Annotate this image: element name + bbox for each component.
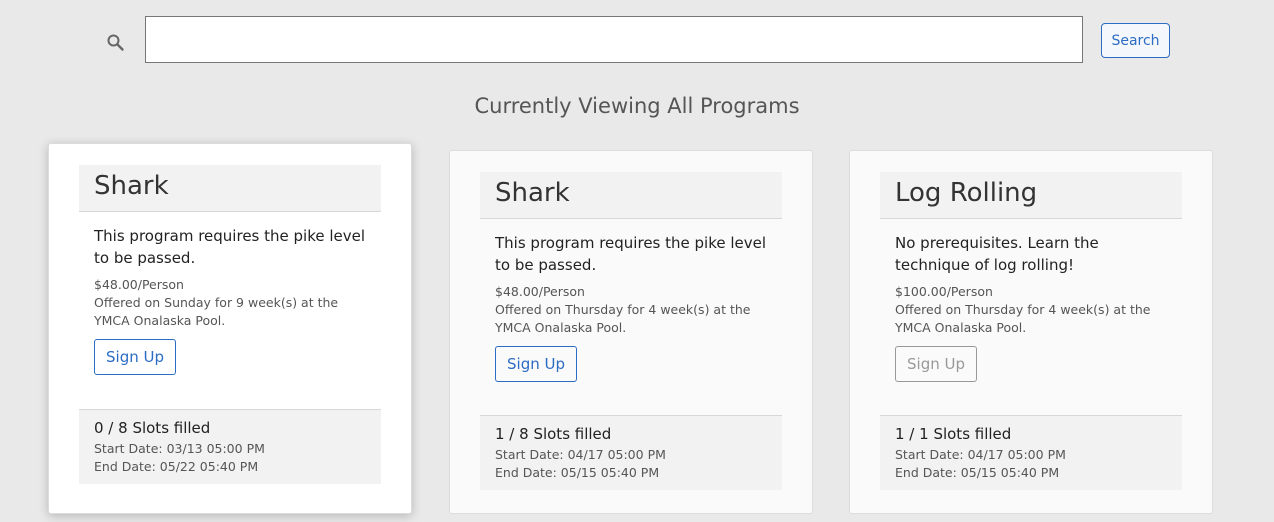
program-footer: 1 / 1 Slots filled Start Date: 04/17 05:… (880, 415, 1182, 490)
program-description: No prerequisites. Learn the technique of… (895, 234, 1099, 274)
sign-up-button[interactable]: Sign Up (895, 346, 977, 382)
end-date: End Date: 05/22 05:40 PM (94, 459, 259, 474)
program-schedule: Offered on Thursday for 4 week(s) at the… (495, 302, 751, 335)
program-price: $48.00/Person (94, 277, 184, 292)
end-date: End Date: 05/15 05:40 PM (495, 465, 660, 480)
program-price: $100.00/Person (895, 284, 993, 299)
start-date: Start Date: 03/13 05:00 PM (94, 441, 265, 456)
program-footer: 1 / 8 Slots filled Start Date: 04/17 05:… (480, 415, 782, 490)
program-card: Shark This program requires the pike lev… (48, 143, 412, 514)
search-icon (107, 34, 124, 51)
program-card: Shark This program requires the pike lev… (449, 150, 813, 514)
search-bar: Search (0, 0, 1274, 80)
program-description: This program requires the pike level to … (94, 227, 366, 267)
program-footer: 0 / 8 Slots filled Start Date: 03/13 05:… (79, 409, 381, 484)
program-schedule: Offered on Sunday for 9 week(s) at the Y… (94, 295, 339, 328)
program-price: $48.00/Person (495, 284, 585, 299)
slots-filled: 1 / 8 Slots filled (495, 425, 612, 443)
end-date: End Date: 05/15 05:40 PM (895, 465, 1060, 480)
start-date: Start Date: 04/17 05:00 PM (895, 447, 1066, 462)
program-card: Log Rolling No prerequisites. Learn the … (849, 150, 1213, 514)
slots-filled: 0 / 8 Slots filled (94, 419, 211, 437)
program-schedule: Offered on Thursday for 4 week(s) at the… (895, 302, 1151, 335)
search-button[interactable]: Search (1101, 23, 1170, 58)
sign-up-button[interactable]: Sign Up (495, 346, 577, 382)
program-name: Shark (480, 172, 782, 219)
page-title: Currently Viewing All Programs (474, 94, 800, 118)
start-date: Start Date: 04/17 05:00 PM (495, 447, 666, 462)
search-input[interactable] (145, 16, 1083, 63)
program-name: Log Rolling (880, 172, 1182, 219)
sign-up-button[interactable]: Sign Up (94, 339, 176, 375)
program-description: This program requires the pike level to … (495, 234, 767, 274)
program-name: Shark (79, 165, 381, 212)
slots-filled: 1 / 1 Slots filled (895, 425, 1012, 443)
